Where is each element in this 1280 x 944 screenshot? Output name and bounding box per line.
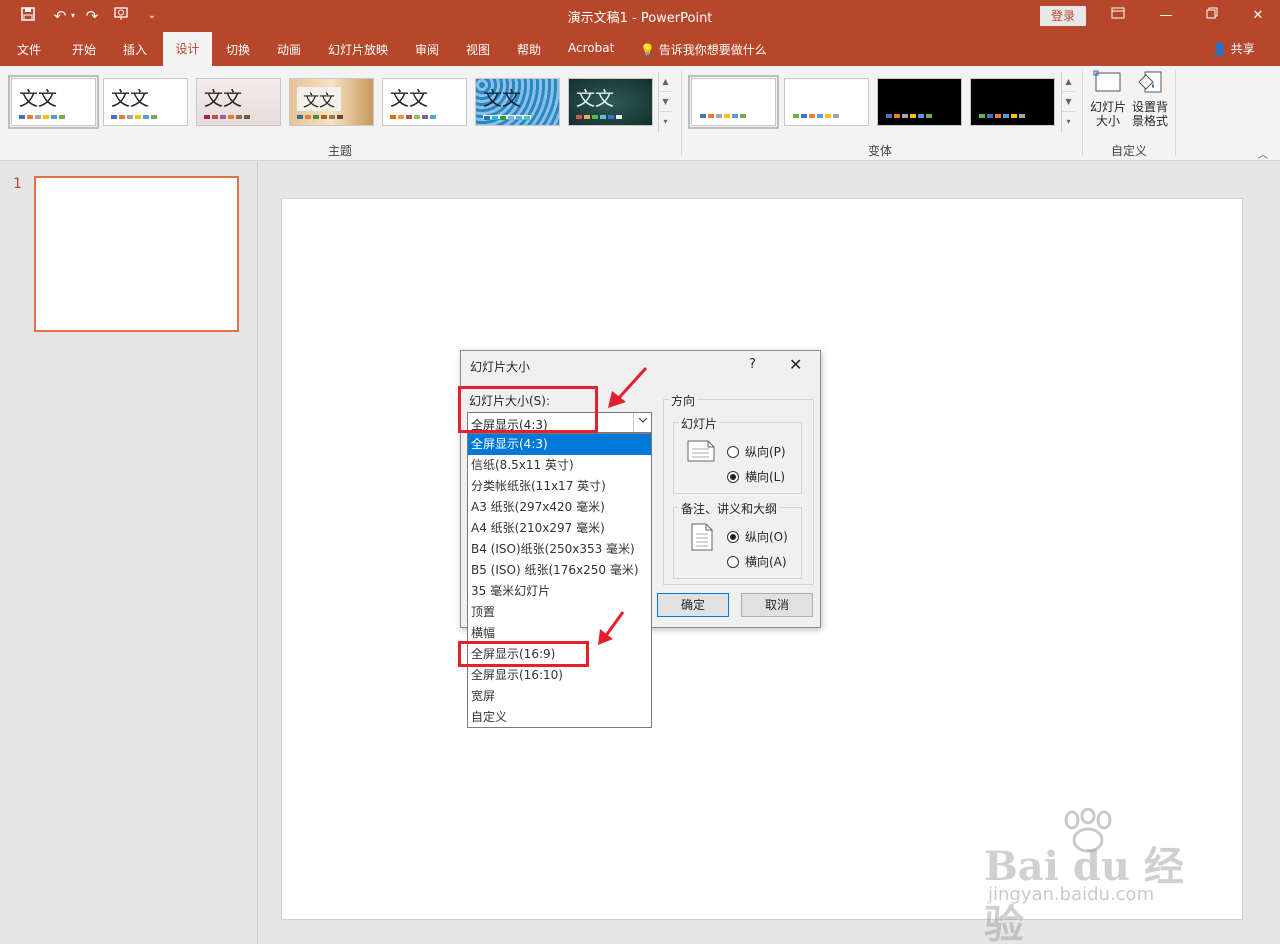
annotation-box-size-select [458,386,598,433]
login-button[interactable]: 登录 [1040,6,1086,26]
lightbulb-icon: 💡 [640,43,655,57]
collapse-ribbon-icon[interactable]: ︿ [1258,146,1268,161]
slide-size-button[interactable]: 幻灯片大小 [1088,70,1128,128]
dialog-close-button[interactable]: ✕ [789,355,802,374]
slides-portrait-radio[interactable]: 纵向(P) [727,443,786,460]
tab-insert[interactable]: 插入 [123,41,147,58]
ribbon-display-options-icon[interactable] [1108,6,1128,26]
chevron-down-icon[interactable] [633,413,651,432]
format-background-icon [1138,71,1162,93]
ok-button[interactable]: 确定 [657,593,729,617]
tab-acrobat[interactable]: Acrobat [568,41,614,55]
tab-slideshow[interactable]: 幻灯片放映 [328,41,388,58]
size-option-letter[interactable]: 信纸(8.5x11 英寸) [468,455,651,476]
variant-2[interactable] [784,78,869,126]
notes-portrait-radio[interactable]: 纵向(O) [727,528,788,545]
radio-on [727,531,739,543]
notes-landscape-radio[interactable]: 横向(A) [727,553,787,570]
variant-3[interactable] [877,78,962,126]
annotation-box-16-9 [458,641,589,667]
tab-design[interactable]: 设计 [163,32,212,66]
format-background-button[interactable]: 设置背景格式 [1130,70,1170,128]
group-separator [681,70,682,156]
size-option-16-10[interactable]: 全屏显示(16:10) [468,665,651,686]
theme-7[interactable]: 文文 [568,78,653,126]
theme-office[interactable]: 文文 [8,75,99,129]
variants-gallery-scroll[interactable]: ▲ ▼ ▾ [1061,72,1075,132]
theme-3[interactable]: 文文 [196,78,281,126]
group-separator [1175,70,1176,156]
share-label: 共享 [1230,42,1255,56]
portrait-page-icon [691,523,713,551]
annotation-arrow-icon [598,611,625,645]
orientation-label: 方向 [669,392,698,409]
size-option-a4[interactable]: A4 纸张(210x297 毫米) [468,518,651,539]
notes-orientation-label: 备注、讲义和大纲 [679,500,780,517]
theme-2[interactable]: 文文 [103,78,188,126]
format-background-label: 设置背景格式 [1131,100,1168,128]
tell-me-text: 告诉我你想要做什么 [658,43,767,57]
help-button[interactable]: ? [749,357,756,372]
size-option-4-3[interactable]: 全屏显示(4:3) [468,434,651,455]
tab-transitions[interactable]: 切换 [226,41,250,58]
size-option-b5[interactable]: B5 (ISO) 纸张(176x250 毫米) [468,560,651,581]
theme-5[interactable]: 文文 [382,78,467,126]
baidu-watermark: Bai du 经验 jingyan.baidu.com [980,808,1220,944]
size-option-widescreen[interactable]: 宽屏 [468,686,651,707]
gallery-more-icon[interactable]: ▾ [659,112,672,132]
theme-4[interactable]: 文文 [289,78,374,126]
ribbon-tab-bar: 文件 开始 插入 设计 切换 动画 幻灯片放映 审阅 视图 帮助 Acrobat… [0,32,1280,66]
radio-on [727,471,739,483]
group-separator [1082,70,1083,156]
minimize-icon[interactable]: — [1156,6,1176,26]
variant-1[interactable] [688,75,779,129]
dialog-title: 幻灯片大小 [470,360,531,374]
watermark-url: jingyan.baidu.com [988,884,1155,905]
tab-file[interactable]: 文件 [17,41,41,58]
share-button[interactable]: 👤 共享 [1212,40,1255,57]
slide-thumbnail-pane: 1 [0,162,258,944]
window-title: 演示文稿1 - PowerPoint [567,11,713,26]
person-icon: 👤 [1212,42,1227,56]
variant-4[interactable] [970,78,1055,126]
size-option-ledger[interactable]: 分类帐纸张(11x17 英寸) [468,476,651,497]
close-window-icon[interactable]: ✕ [1248,6,1268,26]
slides-landscape-radio[interactable]: 横向(L) [727,468,785,485]
slide-size-icon [1093,70,1121,92]
slide-number: 1 [13,176,22,192]
size-option-a3[interactable]: A3 纸张(297x420 毫米) [468,497,651,518]
slide-size-label: 幻灯片大小 [1089,100,1126,128]
cancel-button[interactable]: 取消 [741,593,813,617]
scroll-down-icon[interactable]: ▼ [659,92,672,112]
themes-group-label: 主题 [328,144,353,158]
slide-size-dropdown-list: 全屏显示(4:3) 信纸(8.5x11 英寸) 分类帐纸张(11x17 英寸) … [467,433,652,728]
scroll-up-icon[interactable]: ▲ [659,72,672,92]
size-option-35mm[interactable]: 35 毫米幻灯片 [468,581,651,602]
variants-group-label: 变体 [868,144,893,158]
tab-home[interactable]: 开始 [72,41,96,58]
tab-view[interactable]: 视图 [466,41,490,58]
size-option-b4[interactable]: B4 (ISO)纸张(250x353 毫米) [468,539,651,560]
radio-off [727,446,739,458]
slide-thumbnail[interactable] [34,176,239,332]
landscape-page-icon [687,440,715,462]
slides-orientation-label: 幻灯片 [679,415,720,432]
tab-help[interactable]: 帮助 [517,41,541,58]
theme-6[interactable]: 文文 [475,78,560,126]
restore-icon[interactable] [1202,6,1222,26]
tab-review[interactable]: 审阅 [415,41,439,58]
scroll-up-icon[interactable]: ▲ [1062,72,1075,92]
scroll-down-icon[interactable]: ▼ [1062,92,1075,112]
customize-group-label: 自定义 [1111,144,1148,158]
gallery-more-icon[interactable]: ▾ [1062,112,1075,132]
title-bar: ↶ ▾ ↷ ⌄ 演示文稿1 - PowerPoint 登录 — ✕ [0,0,1280,32]
themes-gallery-scroll[interactable]: ▲ ▼ ▾ [658,72,672,132]
tab-animations[interactable]: 动画 [277,41,301,58]
radio-off [727,556,739,568]
tell-me-search[interactable]: 💡 告诉我你想要做什么 [640,41,767,58]
annotation-arrow-icon [608,366,648,408]
size-option-custom[interactable]: 自定义 [468,707,651,728]
ribbon-body: 文文 文文 文文 文文 文文 文文 文文 ▲ ▼ ▾ 主题 ▲ ▼ ▾ 变体 幻… [0,66,1280,161]
